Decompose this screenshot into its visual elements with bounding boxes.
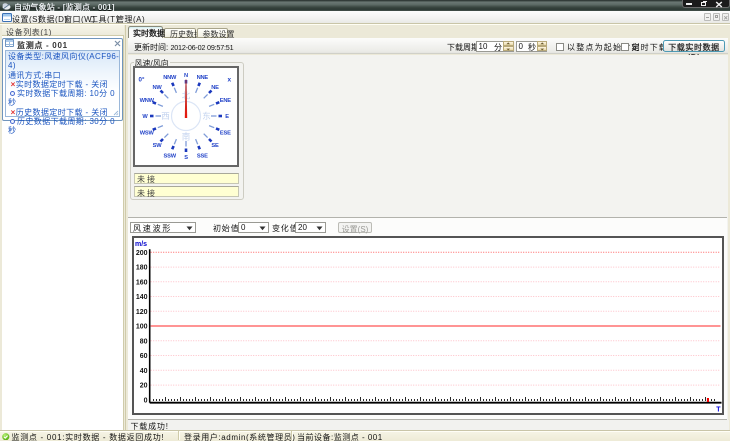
svg-text:SW: SW [152, 143, 162, 149]
svg-text:N: N [184, 73, 188, 79]
svg-text:WNW: WNW [139, 98, 154, 104]
svg-text:NW: NW [152, 85, 162, 91]
svg-text:WSW: WSW [139, 131, 154, 137]
svg-text:NE: NE [211, 85, 219, 91]
svg-text:E: E [225, 114, 229, 120]
svg-text:120: 120 [136, 308, 148, 315]
svg-text:100: 100 [136, 323, 148, 330]
svg-text:SSE: SSE [196, 154, 207, 160]
svg-text:200: 200 [136, 249, 148, 256]
svg-text:SE: SE [211, 143, 219, 149]
svg-text:m/s: m/s [135, 241, 147, 248]
svg-text:SSW: SSW [163, 154, 176, 160]
svg-text:20: 20 [140, 382, 148, 389]
svg-text:180: 180 [136, 264, 148, 271]
svg-text:40: 40 [140, 367, 148, 374]
svg-text:0: 0 [144, 397, 148, 404]
svg-text:60: 60 [140, 353, 148, 360]
svg-text:ENE: ENE [219, 98, 231, 104]
svg-text:东: 东 [202, 111, 211, 121]
svg-text:140: 140 [136, 294, 148, 301]
svg-text:S: S [184, 155, 188, 161]
svg-text:T: T [716, 406, 721, 413]
svg-text:0°: 0° [138, 77, 144, 84]
svg-text:西: 西 [161, 111, 170, 121]
svg-text:南: 南 [181, 132, 190, 142]
svg-text:ESE: ESE [219, 131, 230, 137]
svg-text:W: W [142, 114, 148, 120]
svg-text:NNE: NNE [196, 75, 208, 81]
svg-text:NNW: NNW [163, 75, 177, 81]
svg-text:160: 160 [136, 279, 148, 286]
svg-text:x: x [227, 77, 231, 84]
svg-text:80: 80 [140, 338, 148, 345]
